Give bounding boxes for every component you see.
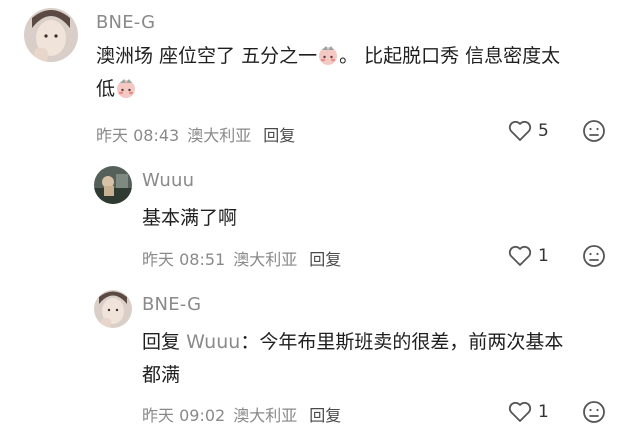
avatar[interactable]: [94, 290, 132, 328]
dislike-button[interactable]: [582, 244, 606, 272]
reply-button[interactable]: 回复: [309, 246, 341, 270]
comment-text-part: 都满: [142, 364, 181, 386]
like-count: 1: [538, 402, 549, 422]
avatar[interactable]: [94, 166, 132, 204]
comment-text: 回复 Wuuu：今年布里斯班卖的很差，前两次基本 都满: [142, 326, 622, 392]
heart-outline-icon: [508, 245, 532, 266]
unhappy-face-icon: [583, 120, 605, 142]
comment-meta: 昨天 08:43 澳大利亚 回复: [96, 122, 295, 146]
reply-target-username[interactable]: Wuuu: [186, 331, 240, 353]
avatar[interactable]: [24, 8, 78, 62]
comment-text: 基本满了啊: [142, 207, 238, 229]
timestamp: 昨天 08:51: [142, 250, 226, 269]
reply-button[interactable]: 回复: [263, 122, 295, 146]
reply-button[interactable]: 回复: [309, 402, 341, 426]
username[interactable]: Wuuu: [142, 170, 194, 191]
unhappy-face-icon: [583, 401, 605, 423]
like-button[interactable]: 1: [508, 401, 549, 423]
comment-meta: 昨天 08:51 澳大利亚 回复: [142, 246, 341, 270]
comment-1: BNE-G 澳洲场 座位空了 五分之一。 比起脱口秀 信息密度太 低 昨天 08…: [0, 0, 640, 150]
timestamp: 昨天 09:02: [142, 406, 226, 425]
comment-2: Wuuu 基本满了啊 昨天 08:51 澳大利亚 回复 1: [0, 150, 640, 280]
comment-text-part: 澳洲场 座位空了 五分之一: [96, 45, 318, 67]
comment-3: BNE-G 回复 Wuuu：今年布里斯班卖的很差，前两次基本 都满 昨天 09:…: [0, 280, 640, 435]
location: 澳大利亚: [233, 406, 298, 425]
comment-text-part: 今年布里斯班卖的很差，前两次基本: [259, 331, 564, 353]
location: 澳大利亚: [187, 126, 252, 145]
comment-text-part: 低: [96, 78, 116, 100]
like-button[interactable]: 5: [508, 120, 549, 142]
dislike-button[interactable]: [582, 119, 606, 147]
heart-outline-icon: [508, 401, 532, 422]
like-count: 1: [538, 246, 549, 266]
heart-outline-icon: [508, 120, 532, 141]
username[interactable]: BNE-G: [142, 294, 201, 315]
username[interactable]: BNE-G: [96, 12, 155, 33]
reply-prefix: 回复: [142, 331, 181, 353]
unhappy-face-icon: [583, 245, 605, 267]
blushing-face-sticker-icon: [317, 44, 339, 66]
comment-text: 澳洲场 座位空了 五分之一。 比起脱口秀 信息密度太 低: [96, 40, 626, 106]
like-button[interactable]: 1: [508, 245, 549, 267]
blushing-face-sticker-icon: [115, 77, 137, 99]
dislike-button[interactable]: [582, 400, 606, 428]
timestamp: 昨天 08:43: [96, 126, 180, 145]
comment-meta: 昨天 09:02 澳大利亚 回复: [142, 402, 341, 426]
comment-text-part: 。 比起脱口秀 信息密度太: [339, 45, 561, 67]
like-count: 5: [538, 121, 549, 141]
reply-colon: ：: [240, 331, 260, 353]
location: 澳大利亚: [233, 250, 298, 269]
